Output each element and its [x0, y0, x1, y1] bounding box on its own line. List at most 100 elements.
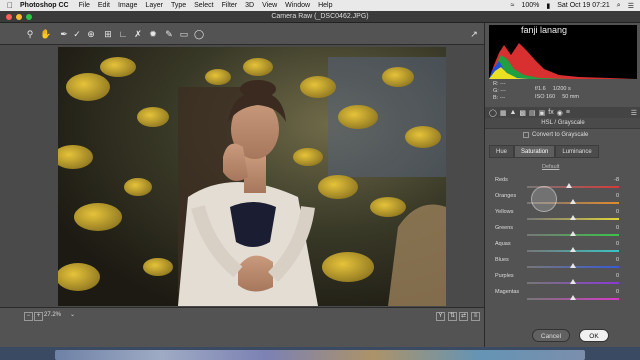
- slider-value[interactable]: 0: [616, 209, 619, 215]
- dock-apps[interactable]: [55, 350, 585, 360]
- zoom-dropdown-icon[interactable]: ⌄: [68, 312, 77, 321]
- adjustment-brush-icon[interactable]: ✎: [163, 28, 175, 40]
- slider-thumb[interactable]: [566, 183, 573, 188]
- shutter: 1/200 s: [552, 86, 571, 92]
- app-menu[interactable]: Photoshop CC: [20, 2, 69, 9]
- menu-type[interactable]: Type: [171, 2, 186, 9]
- slider-value[interactable]: 0: [616, 257, 619, 263]
- graduated-filter-icon[interactable]: ▭: [178, 28, 190, 40]
- menu-file[interactable]: File: [79, 2, 90, 9]
- menu-edit[interactable]: Edit: [98, 2, 110, 9]
- straighten-tool-icon[interactable]: ∟: [117, 28, 129, 40]
- menu-3d[interactable]: 3D: [245, 2, 254, 9]
- panel-menu-icon[interactable]: ☰: [631, 109, 637, 117]
- histogram: fanji lanang: [489, 25, 637, 79]
- menu-layer[interactable]: Layer: [145, 2, 163, 9]
- convert-to-grayscale[interactable]: Convert to Grayscale: [523, 132, 588, 138]
- slider-label: Magentas: [495, 289, 520, 295]
- slider-row-purples: Purples 0: [495, 273, 635, 289]
- tab-saturation[interactable]: Saturation: [514, 145, 556, 158]
- zoom-out-button[interactable]: −: [24, 312, 33, 321]
- slider-label: Reds: [495, 177, 508, 183]
- slider-value[interactable]: 0: [616, 193, 619, 199]
- tab-hue[interactable]: Hue: [489, 145, 515, 158]
- battery-label[interactable]: 100%: [521, 2, 539, 9]
- ok-button[interactable]: OK: [579, 329, 609, 342]
- status-area: ≈ 100% ▮ Sat Oct 19 07:21 ⌕ ☰: [511, 2, 640, 10]
- notification-center-icon[interactable]: ☰: [628, 2, 634, 10]
- menu-filter[interactable]: Filter: [222, 2, 238, 9]
- slider-value[interactable]: 0: [616, 273, 619, 279]
- slider-label: Oranges: [495, 193, 517, 199]
- wifi-icon[interactable]: ≈: [511, 2, 515, 9]
- apple-icon[interactable]: : [0, 1, 20, 10]
- clock[interactable]: Sat Oct 19 07:21: [557, 2, 610, 9]
- hand-tool-icon[interactable]: ✋: [40, 28, 52, 40]
- crop-tool-icon[interactable]: ⊞: [102, 28, 114, 40]
- open-preferences-icon[interactable]: ↗: [468, 28, 480, 40]
- slider-thumb[interactable]: [570, 231, 576, 236]
- slider-row-yellows: Yellows 0: [495, 209, 635, 225]
- hsl-tabs: Hue Saturation Luminance: [489, 145, 599, 158]
- slider-row-blues: Blues 0: [495, 257, 635, 273]
- radial-filter-icon[interactable]: ◯: [193, 28, 205, 40]
- slider-thumb[interactable]: [570, 279, 576, 284]
- slider-thumb[interactable]: [570, 247, 576, 252]
- presets-panel-icon[interactable]: ≡: [566, 109, 570, 116]
- battery-icon: ▮: [546, 2, 551, 10]
- tab-luminance[interactable]: Luminance: [555, 145, 599, 158]
- slider-value[interactable]: 0: [616, 225, 619, 231]
- convert-checkbox[interactable]: [523, 132, 529, 138]
- slider-label: Purples: [495, 273, 514, 279]
- menu-select[interactable]: Select: [194, 2, 213, 9]
- g-value: ---: [500, 88, 506, 94]
- detail-panel-icon[interactable]: ▲: [509, 109, 516, 116]
- slider-thumb[interactable]: [570, 215, 576, 220]
- camera-calibration-icon[interactable]: ◉: [557, 109, 563, 117]
- r-value: ---: [500, 81, 506, 87]
- dock: [0, 347, 640, 360]
- cancel-button[interactable]: Cancel: [532, 329, 570, 342]
- red-eye-tool-icon[interactable]: ✹: [147, 28, 159, 40]
- zoom-in-button[interactable]: +: [34, 312, 43, 321]
- split-toning-icon[interactable]: ▤: [529, 109, 536, 117]
- targeted-adjustment-tool-icon[interactable]: ⊕: [85, 28, 97, 40]
- basic-panel-icon[interactable]: ◯: [489, 109, 497, 117]
- hsl-panel-icon[interactable]: ▩: [519, 109, 526, 117]
- spot-removal-tool-icon[interactable]: ✗: [132, 28, 144, 40]
- b-label: B:: [493, 95, 499, 101]
- search-icon[interactable]: ⌕: [617, 2, 621, 10]
- b-value: ---: [499, 95, 506, 101]
- slider-value[interactable]: -8: [614, 177, 619, 183]
- convert-label: Convert to Grayscale: [532, 132, 589, 138]
- lens-corrections-icon[interactable]: ▣: [539, 109, 546, 117]
- menu-window[interactable]: Window: [285, 2, 310, 9]
- slider-thumb[interactable]: [570, 263, 576, 268]
- slider-row-reds: Reds -8: [495, 177, 635, 193]
- effects-panel-icon[interactable]: fx: [548, 109, 553, 116]
- slider-thumb[interactable]: [570, 295, 576, 300]
- default-link[interactable]: Default: [542, 164, 559, 170]
- color-sampler-tool-icon[interactable]: ✓: [71, 28, 83, 40]
- zoom-level[interactable]: 27.2%: [44, 312, 61, 318]
- swap-settings-icon[interactable]: ⇅: [448, 312, 457, 321]
- slider-value[interactable]: 0: [616, 241, 619, 247]
- menu-image[interactable]: Image: [118, 2, 137, 9]
- menu-help[interactable]: Help: [318, 2, 332, 9]
- camera-info: f/1.6 1/200 s ISO 160 50 mm: [535, 85, 586, 101]
- menu-view[interactable]: View: [262, 2, 277, 9]
- toggle-preview-icon[interactable]: ≡: [471, 312, 480, 321]
- zoom-tool-icon[interactable]: ⚲: [24, 28, 36, 40]
- preview-photo[interactable]: [58, 47, 446, 306]
- r-label: R:: [493, 81, 499, 87]
- tone-curve-icon[interactable]: ▦: [500, 109, 507, 117]
- slider-thumb[interactable]: [570, 199, 576, 204]
- copy-settings-icon[interactable]: ⇄: [459, 312, 468, 321]
- menu-bar:  Photoshop CC File Edit Image Layer Typ…: [0, 0, 640, 11]
- slider-row-magentas: Magentas 0: [495, 289, 635, 305]
- white-balance-tool-icon[interactable]: ✒: [58, 28, 70, 40]
- preview-status-bar: − + 27.2% ⌄ Y ⇅ ⇄ ≡: [0, 307, 484, 325]
- slider-value[interactable]: 0: [616, 289, 619, 295]
- g-label: G:: [493, 88, 499, 94]
- before-after-view-icon[interactable]: Y: [436, 312, 445, 321]
